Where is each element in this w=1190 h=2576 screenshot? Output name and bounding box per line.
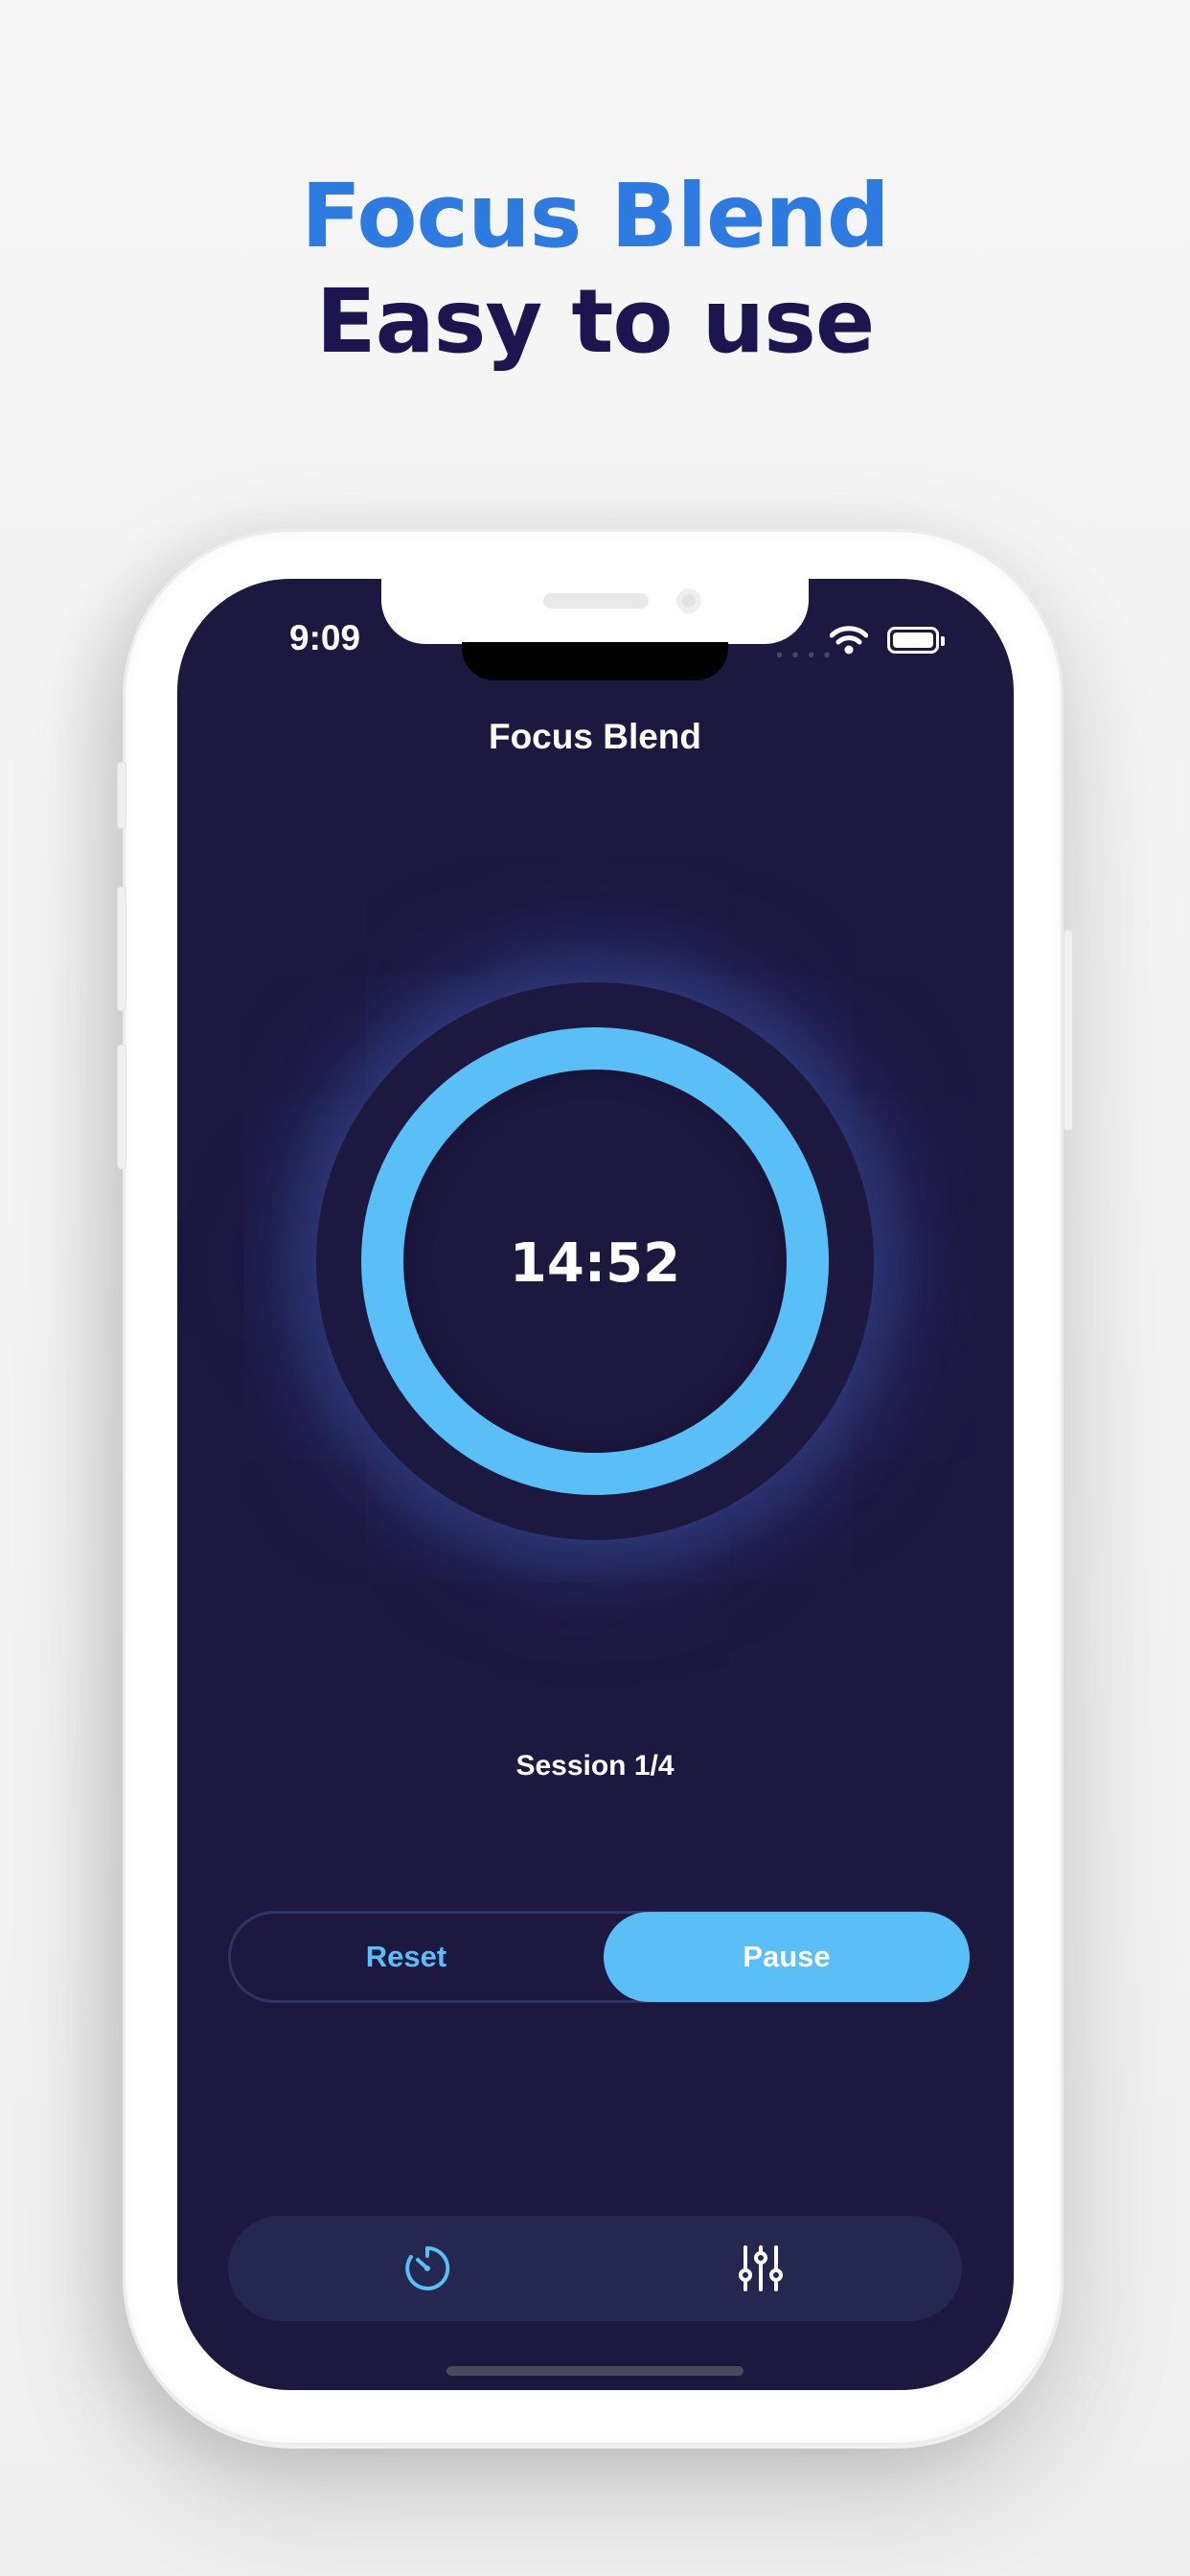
status-time: 9:09: [289, 618, 361, 657]
signal-dots-icon: • • • •: [776, 645, 833, 666]
phone-side-button-mute: [117, 762, 126, 829]
headline-title: Focus Blend: [301, 165, 890, 267]
battery-level: [893, 632, 933, 648]
tab-timer[interactable]: [370, 2216, 485, 2321]
phone-speaker: [543, 593, 649, 609]
phone-side-button-power: [1064, 930, 1073, 1131]
reset-button[interactable]: Reset: [231, 1914, 582, 2000]
phone-notch: [381, 575, 809, 644]
tab-settings[interactable]: [703, 2216, 818, 2321]
screen-notch: [462, 642, 728, 680]
tab-bar: [228, 2216, 962, 2321]
sliders-icon: [739, 2245, 783, 2291]
phone-camera: [676, 588, 701, 613]
wifi-icon: [829, 625, 869, 660]
timer-icon: [405, 2245, 450, 2290]
phone-side-button-volume-up: [117, 886, 126, 1011]
pause-button[interactable]: Pause: [604, 1912, 970, 2002]
battery-icon: [887, 627, 945, 654]
headline-subtitle: Easy to use: [315, 270, 876, 373]
headline: Focus Blend Easy to use: [0, 163, 1190, 374]
marketing-page: Focus Blend Easy to use 9:09 • • • • Foc…: [0, 0, 1190, 2576]
timer-countdown: 14:52: [509, 1232, 681, 1295]
session-counter: Session 1/4: [515, 1750, 675, 1782]
phone-side-button-volume-down: [117, 1045, 126, 1169]
home-indicator[interactable]: [446, 2366, 744, 2376]
app-title: Focus Blend: [488, 717, 702, 756]
